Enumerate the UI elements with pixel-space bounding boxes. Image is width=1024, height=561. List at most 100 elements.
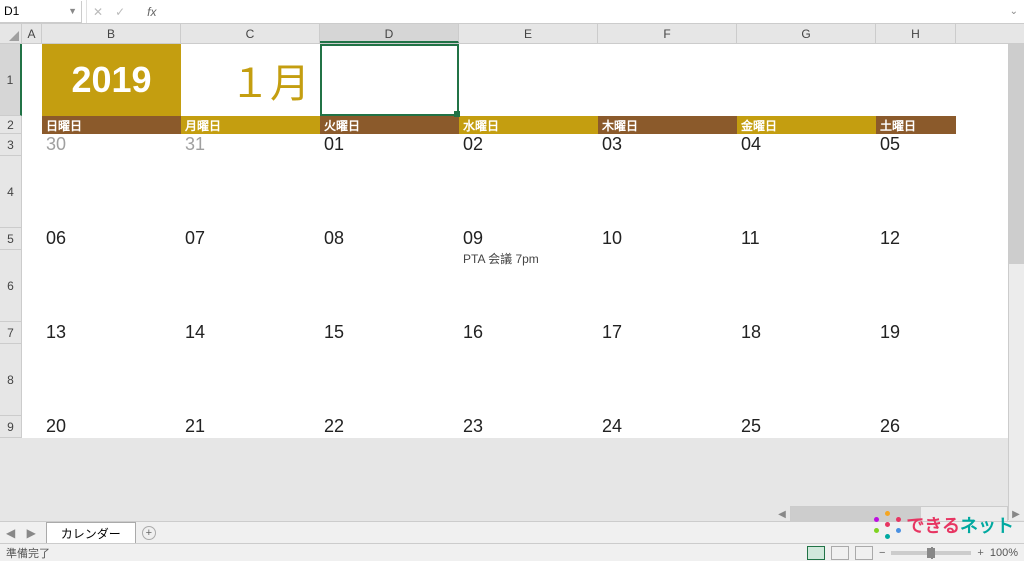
add-sheet-button[interactable]: + [142,526,156,540]
day-num[interactable]: 06 [42,228,181,250]
row-1-cells[interactable]: 2019 １月 [22,44,1024,116]
day-event[interactable] [320,156,459,228]
day-event[interactable] [181,344,320,416]
zoom-slider-thumb[interactable] [927,548,935,558]
cell-year[interactable]: 2019 [42,44,181,116]
vscroll-thumb[interactable] [1009,44,1024,264]
fx-icon[interactable]: fx [147,5,156,19]
day-num[interactable]: 15 [320,322,459,344]
day-num[interactable]: 30 [42,134,181,156]
view-page-layout-icon[interactable] [831,546,849,560]
day-num[interactable]: 21 [181,416,320,438]
day-num[interactable]: 05 [876,134,956,156]
day-event[interactable] [42,156,181,228]
view-page-break-icon[interactable] [855,546,873,560]
day-num[interactable]: 22 [320,416,459,438]
zoom-percent[interactable]: 100% [990,547,1018,559]
day-num[interactable]: 11 [737,228,876,250]
cell-month[interactable]: １月 [181,44,320,116]
row-header-1[interactable]: 1 [0,44,22,116]
sheet-tab-calendar[interactable]: カレンダー [46,522,136,546]
sheet-nav-arrows[interactable]: ◀ ▶ [6,526,40,540]
day-num[interactable]: 26 [876,416,956,438]
col-header-H[interactable]: H [876,24,956,43]
day-event[interactable] [459,156,598,228]
col-header-D[interactable]: D [320,24,459,43]
day-num[interactable]: 13 [42,322,181,344]
day-num[interactable]: 31 [181,134,320,156]
select-all-corner[interactable] [0,24,22,43]
view-normal-icon[interactable] [807,546,825,560]
day-num[interactable]: 08 [320,228,459,250]
dow-sun[interactable]: 日曜日 [42,116,181,134]
day-event[interactable]: PTA 会議 7pm [459,250,598,322]
col-header-A[interactable]: A [22,24,42,43]
dow-fri[interactable]: 金曜日 [737,116,876,134]
day-event[interactable] [598,344,737,416]
day-event[interactable] [737,156,876,228]
zoom-out-button[interactable]: − [879,547,885,559]
col-header-F[interactable]: F [598,24,737,43]
formula-expand-icon[interactable]: ⌄ [1004,6,1024,17]
row-header-3[interactable]: 3 [0,134,22,156]
col-header-C[interactable]: C [181,24,320,43]
day-event[interactable] [42,344,181,416]
day-event[interactable] [320,250,459,322]
name-box[interactable]: D1 ▼ [0,1,82,23]
day-num[interactable]: 07 [181,228,320,250]
row-header-5[interactable]: 5 [0,228,22,250]
day-num[interactable]: 09 [459,228,598,250]
dow-wed[interactable]: 水曜日 [459,116,598,134]
col-header-G[interactable]: G [737,24,876,43]
day-num[interactable]: 18 [737,322,876,344]
vertical-scrollbar[interactable] [1008,44,1024,520]
day-num[interactable]: 23 [459,416,598,438]
row-header-2[interactable]: 2 [0,116,22,134]
dow-sat[interactable]: 土曜日 [876,116,956,134]
day-event[interactable] [876,344,956,416]
day-num[interactable]: 25 [737,416,876,438]
hscroll-left-icon[interactable]: ◀ [774,509,790,520]
chevron-down-icon[interactable]: ▼ [68,6,77,16]
day-num[interactable]: 17 [598,322,737,344]
day-num[interactable]: 12 [876,228,956,250]
day-num[interactable]: 24 [598,416,737,438]
day-event[interactable] [181,156,320,228]
col-header-B[interactable]: B [42,24,181,43]
day-num[interactable]: 01 [320,134,459,156]
col-header-E[interactable]: E [459,24,598,43]
day-event[interactable] [42,250,181,322]
day-num[interactable]: 19 [876,322,956,344]
dow-mon[interactable]: 月曜日 [181,116,320,134]
row-header-7[interactable]: 7 [0,322,22,344]
day-num[interactable]: 20 [42,416,181,438]
day-event[interactable] [598,156,737,228]
day-event[interactable] [876,156,956,228]
formula-input[interactable] [162,0,1003,23]
formula-bar: D1 ▼ ✕ ✓ fx ⌄ [0,0,1024,24]
zoom-slider[interactable] [891,551,971,555]
day-num[interactable]: 04 [737,134,876,156]
dow-tue[interactable]: 火曜日 [320,116,459,134]
day-num[interactable]: 03 [598,134,737,156]
day-num[interactable]: 14 [181,322,320,344]
day-event[interactable] [876,250,956,322]
day-num[interactable]: 02 [459,134,598,156]
cell-D1[interactable] [320,44,459,116]
row-header-4[interactable]: 4 [0,156,22,228]
day-event[interactable] [737,344,876,416]
day-event[interactable] [181,250,320,322]
day-num[interactable]: 16 [459,322,598,344]
zoom-in-button[interactable]: + [977,547,983,559]
day-event[interactable] [737,250,876,322]
day-event[interactable] [320,344,459,416]
row-header-9[interactable]: 9 [0,416,22,438]
row-header-8[interactable]: 8 [0,344,22,416]
dow-thu[interactable]: 木曜日 [598,116,737,134]
row-header-6[interactable]: 6 [0,250,22,322]
day-num[interactable]: 10 [598,228,737,250]
day-event[interactable] [598,250,737,322]
day-event[interactable] [459,344,598,416]
formula-buttons: ✕ ✓ fx [86,0,162,23]
status-ready: 準備完了 [6,545,50,561]
